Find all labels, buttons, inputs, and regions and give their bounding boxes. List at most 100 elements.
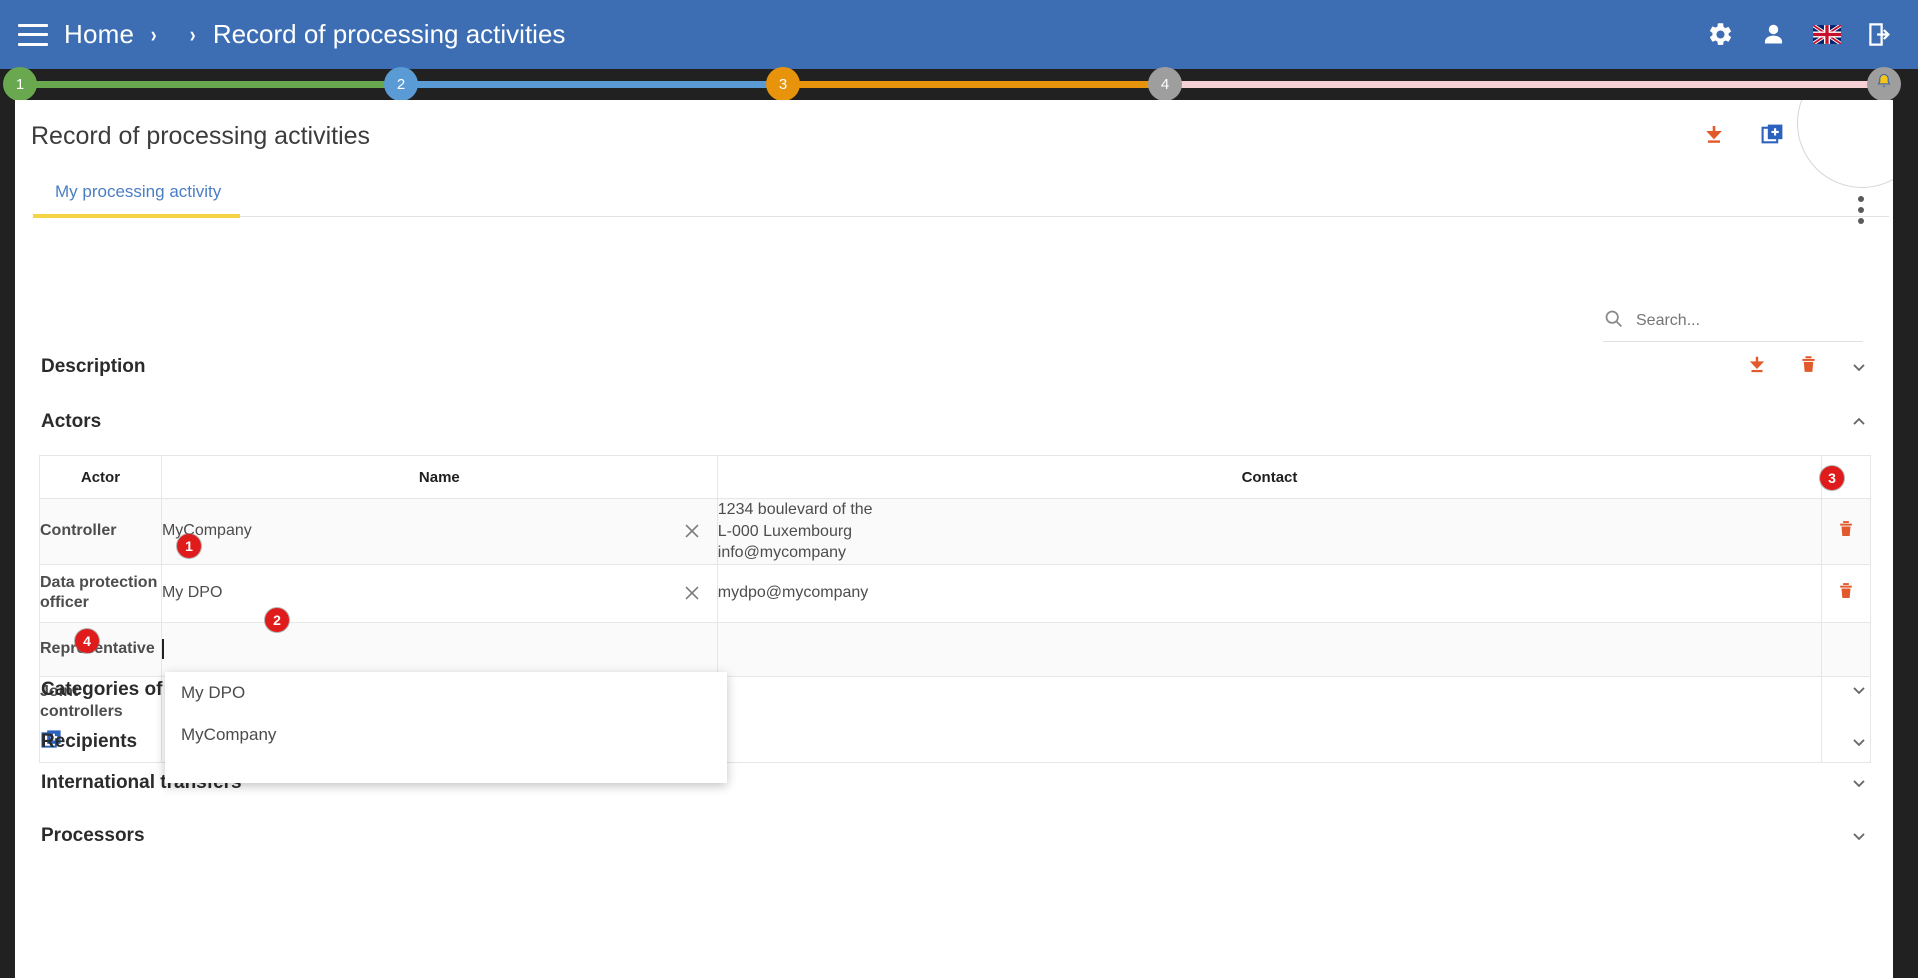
delete-icon[interactable] <box>1798 354 1819 380</box>
annotation-badge-2: 2 <box>265 608 289 632</box>
column-header-name: Name <box>160 455 718 499</box>
logout-icon[interactable] <box>1867 21 1894 48</box>
cell-name-representative[interactable] <box>160 621 718 677</box>
stepper-step-3-label: 3 <box>778 75 788 93</box>
breadcrumb-separator-1: › <box>150 21 157 47</box>
search-underline <box>1603 341 1863 342</box>
kebab-menu-icon[interactable] <box>1851 196 1871 224</box>
close-icon[interactable] <box>681 582 703 604</box>
cell-actor: Data protection officer <box>39 563 162 623</box>
flag-uk-icon[interactable] <box>1813 25 1841 44</box>
table-row: Controller MyCompany 1234 boulevard of t… <box>39 498 1871 565</box>
download-icon[interactable] <box>1702 123 1726 152</box>
stepper-step-2-label: 2 <box>396 75 406 93</box>
section-label-actors: Actors <box>41 411 102 432</box>
autocomplete-dropdown[interactable]: My DPO MyCompany <box>165 672 727 783</box>
search-box[interactable] <box>1603 308 1863 342</box>
chevron-down-icon[interactable] <box>1849 680 1869 700</box>
wizard-stepper: 1 2 3 4 <box>0 67 1918 101</box>
cell-row-actions <box>1821 563 1871 623</box>
gear-icon[interactable] <box>1707 21 1734 48</box>
app-bar: Home › › Record of processing activities <box>0 0 1918 69</box>
stepper-segment-2 <box>400 81 782 88</box>
tab-bar-rule <box>33 216 1889 217</box>
cell-name[interactable]: MyCompany <box>160 498 718 565</box>
annotation-badge-2-label: 2 <box>273 612 281 628</box>
cell-name[interactable]: My DPO <box>160 563 718 623</box>
stepper-step-1[interactable]: 1 <box>3 67 37 101</box>
cell-row-actions <box>1821 498 1871 565</box>
tab-my-processing-activity[interactable]: My processing activity <box>33 172 243 214</box>
section-header-description[interactable]: Description <box>15 350 1893 384</box>
chevron-down-icon[interactable] <box>1849 773 1869 793</box>
person-icon[interactable] <box>1760 21 1787 48</box>
annotation-badge-4-label: 4 <box>83 633 91 649</box>
annotation-badge-1-label: 1 <box>185 538 193 554</box>
actor-name-value: MyCompany <box>161 522 252 540</box>
app-root: Home › › Record of processing activities <box>0 0 1918 978</box>
duplicate-add-icon[interactable] <box>1760 122 1785 152</box>
section-actions-processors <box>1849 826 1869 846</box>
annotation-badge-1: 1 <box>177 534 201 558</box>
search-input[interactable] <box>1634 311 1848 331</box>
delete-icon[interactable] <box>1836 521 1856 543</box>
section-actions-recipients <box>1849 732 1869 752</box>
breadcrumb-separator-2: › <box>190 21 197 47</box>
stepper-step-2[interactable]: 2 <box>384 67 418 101</box>
card-header: Record of processing activities <box>15 100 1893 224</box>
table-row: Data protection officer My DPO mydpo@myc… <box>39 563 1871 623</box>
annotation-badge-4: 4 <box>75 629 99 653</box>
section-label-processors: Processors <box>41 825 145 846</box>
tab-bar: My processing activity <box>33 172 1893 218</box>
search-icon <box>1603 308 1624 334</box>
actors-table-head: Actor Name Contact <box>39 455 1871 499</box>
cell-contact: mydpo@mycompany <box>716 563 1823 623</box>
card-header-actions <box>1702 122 1785 152</box>
cell-row-actions <box>1821 621 1871 677</box>
annotation-badge-3-label: 3 <box>1828 470 1836 486</box>
section-actions-description <box>1746 354 1869 381</box>
cell-contact <box>716 621 1823 677</box>
column-header-actor: Actor <box>39 455 162 499</box>
delete-icon[interactable] <box>1836 582 1856 605</box>
stepper-segment-4 <box>1164 81 1900 88</box>
tab-active-underline <box>33 214 240 218</box>
stepper-step-4-label: 4 <box>1160 75 1170 93</box>
stepper-step-3[interactable]: 3 <box>766 67 800 101</box>
annotation-badge-3: 3 <box>1820 466 1844 490</box>
contact-line: info@mycompany <box>717 544 847 562</box>
text-cursor <box>161 639 164 660</box>
contact-line: L-000 Luxembourg <box>717 522 853 540</box>
chevron-up-icon[interactable] <box>1849 412 1869 432</box>
dropdown-option-0[interactable]: My DPO <box>165 672 727 714</box>
close-icon[interactable] <box>681 520 703 542</box>
hamburger-menu-icon[interactable] <box>18 23 48 46</box>
breadcrumb-home[interactable]: Home <box>64 19 134 50</box>
page-title: Record of processing activities <box>31 122 371 150</box>
table-row: Representative <box>39 621 1871 677</box>
stepper-step-1-label: 1 <box>15 75 25 93</box>
actor-name-value: My DPO <box>161 584 223 602</box>
section-actions-actors <box>1849 412 1869 432</box>
column-header-contact: Contact <box>716 455 1823 499</box>
section-header-actors[interactable]: Actors <box>15 405 1893 439</box>
section-label-description: Description <box>41 356 146 377</box>
app-bar-icon-group <box>1707 21 1894 48</box>
section-actions-international-transfers <box>1849 773 1869 793</box>
chevron-down-icon[interactable] <box>1849 732 1869 752</box>
section-header-processors[interactable]: Processors <box>15 819 1893 853</box>
stepper-segment-3 <box>782 81 1164 88</box>
contact-line: 1234 boulevard of the <box>717 501 873 518</box>
chevron-down-icon[interactable] <box>1849 826 1869 846</box>
chevron-down-icon[interactable] <box>1849 357 1869 377</box>
cell-contact: 1234 boulevard of the L-000 Luxembourg i… <box>716 498 1823 565</box>
download-icon[interactable] <box>1746 354 1768 381</box>
section-actions-categories <box>1849 680 1869 700</box>
stepper-step-4[interactable]: 4 <box>1148 67 1182 101</box>
cell-actor: Controller <box>39 498 162 565</box>
breadcrumb-current-page: Record of processing activities <box>212 19 566 49</box>
dropdown-option-1[interactable]: MyCompany <box>165 714 727 756</box>
cell-actor: Representative <box>39 621 162 677</box>
stepper-step-notifications[interactable] <box>1867 67 1901 101</box>
bell-icon <box>1874 72 1894 96</box>
